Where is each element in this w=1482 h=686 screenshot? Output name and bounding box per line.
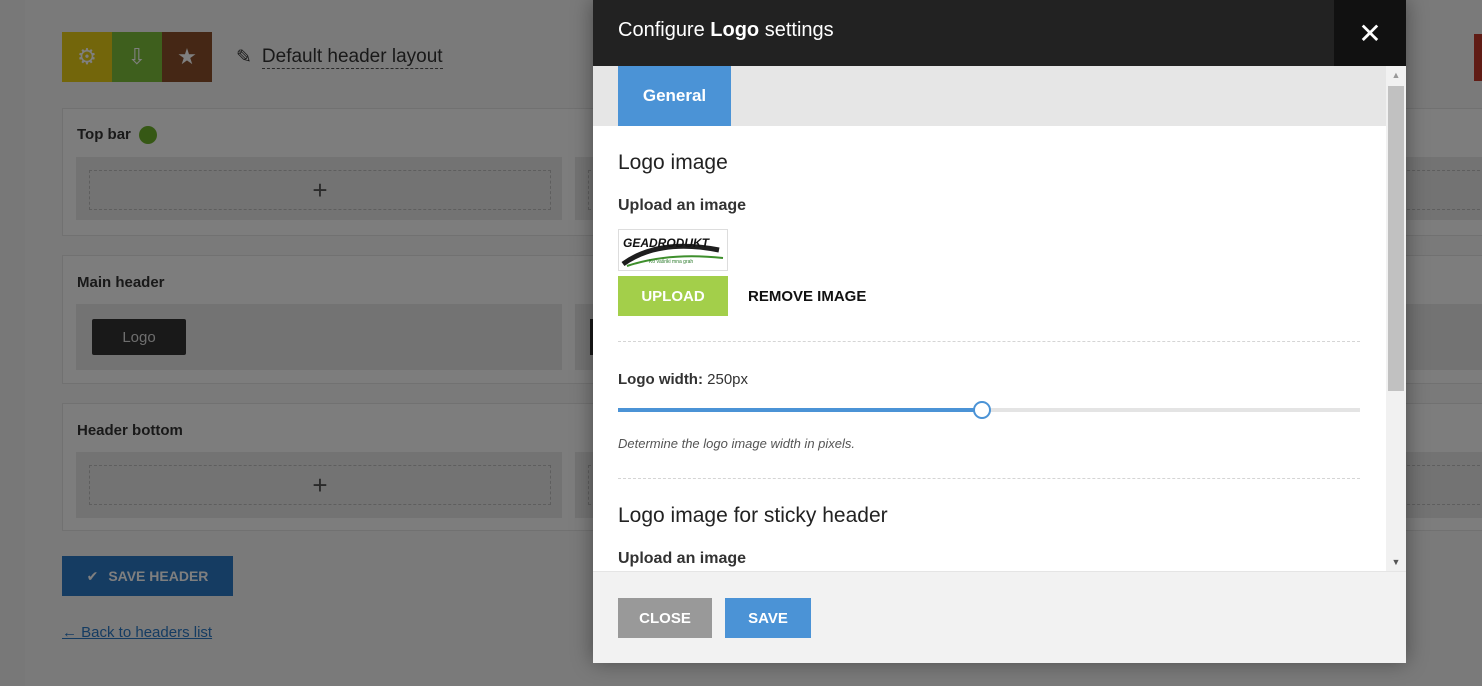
divider <box>618 341 1360 342</box>
divider <box>618 478 1360 479</box>
close-button[interactable]: CLOSE <box>618 598 712 638</box>
modal-scrollbar[interactable]: ▲ ▼ <box>1386 66 1406 571</box>
modal-body: General Logo image Upload an image GEADR… <box>593 66 1386 571</box>
slider-handle[interactable] <box>972 401 991 419</box>
sticky-logo-section-title: Logo image for sticky header <box>618 504 888 527</box>
upload-button[interactable]: UPLOAD <box>618 276 728 316</box>
scroll-up-icon[interactable]: ▲ <box>1386 68 1406 82</box>
logo-width-help-text: Determine the logo image width in pixels… <box>618 436 856 451</box>
scroll-down-icon[interactable]: ▼ <box>1386 555 1406 569</box>
tabs-bar: General <box>593 66 1386 126</box>
close-icon: ✕ <box>1358 17 1382 49</box>
sticky-upload-image-label: Upload an image <box>618 550 747 567</box>
scrollbar-thumb[interactable] <box>1388 86 1404 391</box>
tab-general[interactable]: General <box>618 66 731 126</box>
logo-brand-text: GEADRODUKT <box>623 236 711 250</box>
modal-title: Configure Logo settings <box>618 19 834 41</box>
modal-close-button[interactable]: ✕ <box>1334 0 1406 66</box>
logo-tagline: Ko vašriki mna grah <box>649 259 693 265</box>
logo-preview-image: GEADRODUKT Ko vašriki mna grah <box>618 229 728 271</box>
logo-width-label: Logo width: 250px <box>618 371 749 388</box>
logo-image-section-title: Logo image <box>618 151 728 174</box>
remove-image-button[interactable]: REMOVE IMAGE <box>748 288 866 305</box>
modal-header: Configure Logo settings ✕ <box>593 0 1406 67</box>
logo-preview-graphic: GEADRODUKT Ko vašriki mna grah <box>621 236 724 267</box>
logo-width-slider[interactable] <box>618 401 1360 419</box>
save-button[interactable]: SAVE <box>725 598 811 638</box>
upload-image-label: Upload an image <box>618 197 747 214</box>
logo-settings-modal: Configure Logo settings ✕ General Logo i… <box>593 0 1406 663</box>
logo-width-value: 250px <box>707 371 749 388</box>
modal-footer: CLOSE SAVE <box>593 571 1406 663</box>
slider-fill <box>618 408 982 412</box>
